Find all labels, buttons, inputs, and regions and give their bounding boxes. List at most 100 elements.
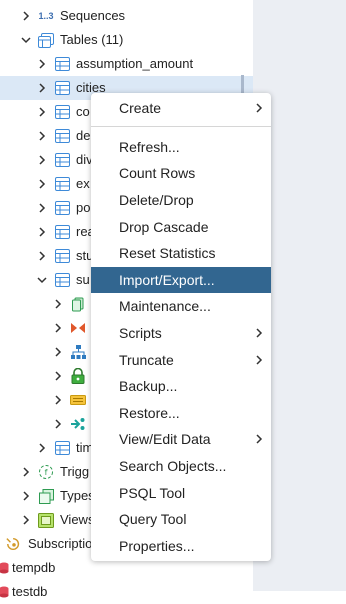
tree-item-label: ex (76, 176, 90, 191)
menu-item-label: Create (119, 100, 162, 116)
constraints-icon (70, 320, 86, 336)
tree-item[interactable]: 1..3 Sequences (0, 4, 253, 28)
menu-item-label: Restore... (119, 405, 180, 421)
menu-item-label: Query Tool (119, 511, 187, 527)
chevron-right-icon[interactable] (36, 124, 48, 148)
menu-item-label: Maintenance... (119, 298, 211, 314)
views-icon (38, 512, 54, 528)
chevron-right-icon[interactable] (52, 412, 64, 436)
tree-item-label: po (76, 200, 91, 215)
menu-item-import-export[interactable]: Import/Export... (91, 267, 271, 293)
menu-item-scripts[interactable]: Scripts (91, 320, 271, 346)
triggers-icon (70, 416, 86, 432)
tree-item-label: tempdb (12, 560, 56, 575)
menu-item-query-tool[interactable]: Query Tool (91, 506, 271, 532)
table-icon (54, 104, 70, 120)
chevron-right-icon[interactable] (52, 292, 64, 316)
menu-item-drop-cascade[interactable]: Drop Cascade (91, 214, 271, 240)
tree-item[interactable]: assumption_amount (0, 52, 253, 76)
table-icon (54, 80, 70, 96)
menu-item-label: Scripts (119, 325, 162, 341)
menu-separator (91, 126, 271, 127)
chevron-right-icon[interactable] (36, 148, 48, 172)
table-icon (54, 440, 70, 456)
menu-item-label: Properties... (119, 538, 195, 554)
chevron-right-icon[interactable] (20, 460, 32, 484)
tree-item-label: co (76, 104, 90, 119)
chevron-right-icon[interactable] (52, 364, 64, 388)
menu-item-label: Truncate (119, 352, 174, 368)
sequence-icon: 1..3 (38, 11, 54, 21)
menu-item-backup[interactable]: Backup... (91, 373, 271, 399)
indexes-icon (70, 344, 86, 360)
table-icon (54, 128, 70, 144)
chevron-right-icon[interactable] (36, 100, 48, 124)
tables-group-icon (38, 32, 54, 48)
chevron-right-icon[interactable] (52, 316, 64, 340)
chevron-right-icon[interactable] (52, 388, 64, 412)
tree-item-label: Views (60, 512, 95, 527)
submenu-arrow-icon (255, 95, 263, 129)
chevron-right-icon[interactable] (36, 244, 48, 268)
chevron-right-icon[interactable] (20, 484, 32, 508)
chevron-down-icon[interactable] (20, 28, 32, 52)
menu-item-delete-drop[interactable]: Delete/Drop (91, 187, 271, 213)
menu-item-label: PSQL Tool (119, 485, 186, 501)
database-icon (0, 584, 12, 600)
menu-item-maintenance[interactable]: Maintenance... (91, 293, 271, 319)
chevron-right-icon[interactable] (20, 4, 32, 28)
chevron-right-icon[interactable] (36, 52, 48, 76)
tree-item-label: Trigg (60, 464, 90, 479)
columns-icon (70, 296, 86, 312)
menu-item-truncate[interactable]: Truncate (91, 347, 271, 373)
chevron-right-icon[interactable] (36, 196, 48, 220)
table-icon (54, 56, 70, 72)
menu-item-create[interactable]: Create (91, 95, 271, 121)
subscriptions-icon (6, 536, 22, 552)
menu-item-search-objects[interactable]: Search Objects... (91, 453, 271, 479)
chevron-right-icon[interactable] (20, 508, 32, 532)
trigger-functions-icon: f (38, 464, 54, 480)
menu-item-label: Search Objects... (119, 458, 227, 474)
menu-item-properties[interactable]: Properties... (91, 533, 271, 559)
menu-item-label: View/Edit Data (119, 431, 211, 447)
table-icon (54, 200, 70, 216)
menu-item-label: Drop Cascade (119, 219, 209, 235)
menu-item-restore[interactable]: Restore... (91, 400, 271, 426)
tree-item-label: testdb (12, 584, 48, 599)
tree-item-label: assumption_amount (76, 56, 194, 71)
table-icon (54, 224, 70, 240)
chevron-down-icon[interactable] (36, 268, 48, 292)
chevron-right-icon[interactable] (36, 220, 48, 244)
chevron-right-icon[interactable] (36, 76, 48, 100)
menu-item-label: Delete/Drop (119, 192, 194, 208)
table-icon (54, 152, 70, 168)
menu-item-label: Backup... (119, 378, 178, 394)
menu-item-label: Count Rows (119, 165, 196, 181)
chevron-right-icon[interactable] (36, 436, 48, 460)
rls-policies-icon (70, 368, 86, 384)
menu-item-psql-tool[interactable]: PSQL Tool (91, 480, 271, 506)
tree-item[interactable]: testdb (0, 580, 253, 604)
database-icon (0, 560, 12, 576)
tree-item-label: su (76, 272, 90, 287)
tree-item-label: Tables (11) (60, 32, 124, 47)
menu-item-reset-statistics[interactable]: Reset Statistics (91, 240, 271, 266)
menu-item-view-edit-data[interactable]: View/Edit Data (91, 426, 271, 452)
chevron-right-icon[interactable] (52, 340, 64, 364)
tree-item-label: de (76, 128, 91, 143)
chevron-right-icon[interactable] (36, 172, 48, 196)
tree-item[interactable]: Tables (11) (0, 28, 253, 52)
menu-item-count-rows[interactable]: Count Rows (91, 160, 271, 186)
svg-text:f: f (45, 468, 48, 477)
menu-item-refresh[interactable]: Refresh... (91, 134, 271, 160)
tree-item-label: Subscriptio (28, 536, 93, 551)
table-icon (54, 272, 70, 288)
rules-icon (70, 392, 86, 408)
table-icon (54, 248, 70, 264)
menu-item-label: Refresh... (119, 139, 180, 155)
tree-item-label: Sequences (60, 8, 126, 23)
context-menu: Create Refresh... Count Rows Delete/Drop Dro… (91, 93, 271, 561)
tree-item-label: Types (60, 488, 95, 503)
types-icon (38, 488, 54, 504)
